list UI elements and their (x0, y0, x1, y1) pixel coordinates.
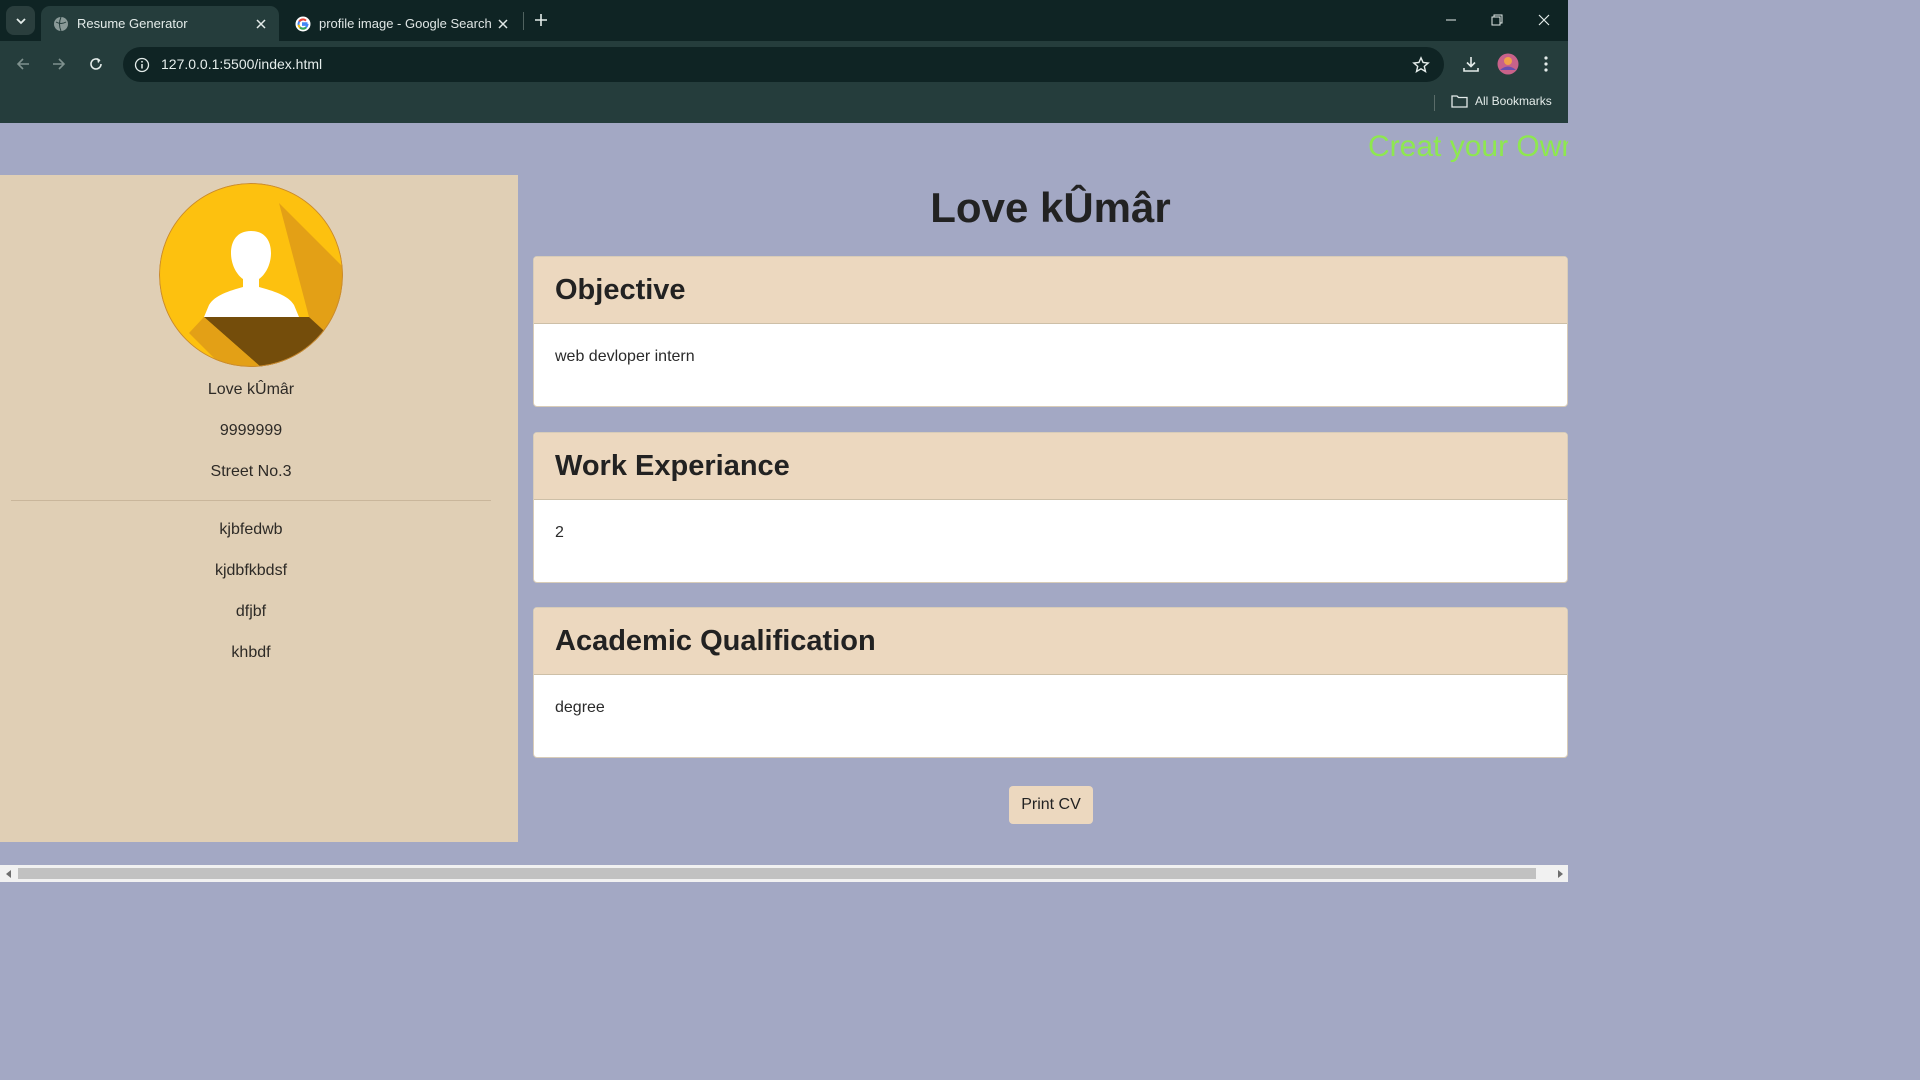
chevron-down-icon (15, 17, 26, 24)
scroll-right-arrow[interactable] (1551, 865, 1568, 882)
profile-avatar-icon (1497, 53, 1519, 75)
tab-divider (523, 12, 524, 30)
academic-qualification-body: degree (555, 699, 605, 716)
objective-body: web devloper intern (555, 348, 695, 365)
scrollbar-thumb[interactable] (18, 868, 1536, 879)
download-icon (1463, 57, 1479, 72)
forward-button[interactable] (46, 51, 72, 77)
bookmarks-bar: All Bookmarks (0, 88, 1568, 123)
close-tab-icon[interactable] (251, 14, 271, 34)
profile-address: Street No.3 (210, 463, 292, 480)
profile-name: Love kÛmâr (207, 381, 295, 398)
user-silhouette-icon (159, 183, 343, 367)
sidebar-divider (11, 500, 491, 501)
new-tab-button[interactable] (530, 9, 552, 31)
print-cv-button[interactable]: Print CV (1009, 786, 1093, 824)
browser-menu-button[interactable] (1534, 52, 1558, 76)
google-icon (295, 16, 311, 32)
close-tab-icon[interactable] (493, 14, 513, 34)
work-experience-heading: Work Experiance (534, 433, 1567, 500)
profile-link-4: khbdf (231, 644, 271, 661)
all-bookmarks-label: All Bookmarks (1475, 94, 1552, 108)
url-text[interactable]: 127.0.0.1:5500/index.html (161, 56, 322, 72)
folder-icon (1451, 94, 1468, 108)
plus-icon (535, 14, 547, 26)
academic-qualification-card: Academic Qualification degree (533, 607, 1568, 758)
profile-avatar-button[interactable] (1496, 52, 1520, 76)
close-window-button[interactable] (1521, 0, 1567, 40)
arrow-right-icon (53, 58, 66, 70)
reload-icon (90, 58, 102, 70)
tab-title: Resume Generator (77, 16, 188, 31)
tab-resume-generator[interactable]: Resume Generator (41, 6, 279, 41)
browser-toolbar: 127.0.0.1:5500/index.html (0, 41, 1568, 88)
close-icon (1538, 14, 1550, 26)
academic-qualification-heading: Academic Qualification (534, 608, 1567, 675)
tab-google-search[interactable]: profile image - Google Search (283, 6, 521, 41)
downloads-button[interactable] (1459, 52, 1483, 76)
tab-title: profile image - Google Search (319, 16, 492, 31)
address-bar[interactable]: 127.0.0.1:5500/index.html (123, 47, 1444, 82)
profile-phone: 9999999 (219, 422, 283, 439)
sidebar-profile: Love kÛmâr 9999999 Street No.3 kjbfedwb … (0, 175, 518, 842)
marquee-banner: Creat your Own (1368, 130, 1568, 163)
site-info-icon[interactable] (132, 55, 152, 75)
more-vertical-icon (1544, 56, 1548, 72)
objective-heading: Objective (534, 257, 1567, 324)
reload-button[interactable] (83, 51, 109, 77)
profile-link-2: kjdbfkbdsf (214, 562, 288, 579)
profile-link-1: kjbfedwb (219, 521, 283, 538)
profile-avatar-image (159, 183, 343, 367)
all-bookmarks-button[interactable]: All Bookmarks (1451, 94, 1552, 108)
tab-search-button[interactable] (6, 6, 35, 35)
restore-button[interactable] (1474, 0, 1520, 40)
objective-card: Objective web devloper intern (533, 256, 1568, 407)
bookmarks-divider (1434, 95, 1435, 111)
profile-link-3: dfjbf (235, 603, 267, 620)
resume-title: Love kÛmâr (930, 184, 1171, 231)
restore-icon (1491, 14, 1503, 26)
minimize-icon (1446, 19, 1456, 21)
globe-icon (53, 16, 69, 32)
work-experience-body: 2 (555, 524, 564, 541)
back-button[interactable] (10, 51, 36, 77)
horizontal-scrollbar[interactable] (0, 865, 1568, 882)
arrow-left-icon (16, 58, 29, 70)
scroll-left-arrow[interactable] (0, 865, 17, 882)
bookmark-star-icon[interactable] (1410, 54, 1432, 76)
tab-strip: Resume Generator profile image - Google … (0, 0, 1568, 41)
minimize-button[interactable] (1428, 0, 1474, 40)
work-experience-card: Work Experiance 2 (533, 432, 1568, 583)
